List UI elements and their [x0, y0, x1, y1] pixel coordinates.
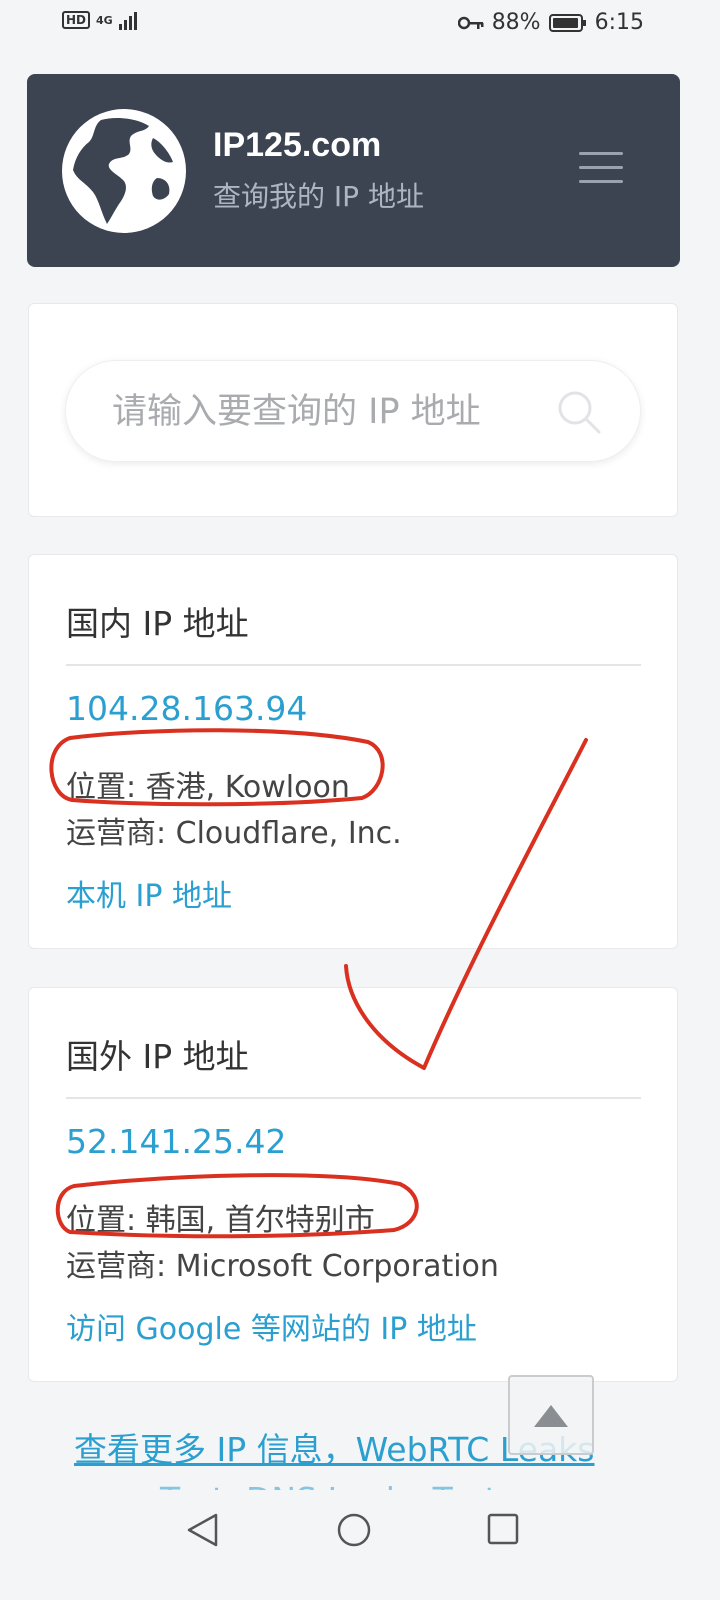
search-card [28, 303, 678, 517]
foreign-ip-isp: 运营商: Microsoft Corporation [66, 1249, 499, 1284]
search-icon[interactable] [556, 389, 602, 435]
site-header: IP125.com 查询我的 IP 地址 [27, 74, 680, 267]
local-ip-link[interactable]: 本机 IP 地址 [66, 871, 232, 915]
domestic-ip-location: 位置: 香港, Kowloon [66, 770, 350, 805]
google-ip-link[interactable]: 访问 Google 等网站的 IP 地址 [66, 1304, 477, 1348]
foreign-ip-card: 国外 IP 地址 52.141.25.42 位置: 韩国, 首尔特别市 运营商:… [28, 987, 678, 1382]
search-input[interactable] [110, 385, 554, 439]
status-bar: HD 4G 88% 6:15 [0, 0, 720, 50]
home-icon[interactable] [336, 1512, 372, 1548]
domestic-ip-isp: 运营商: Cloudflare, Inc. [66, 816, 402, 851]
hd-badge: HD [62, 11, 91, 29]
battery-icon [548, 13, 586, 32]
hamburger-line [579, 166, 623, 169]
domestic-ip-title: 国内 IP 地址 [66, 604, 249, 643]
search-box [65, 360, 641, 462]
back-icon[interactable] [186, 1512, 220, 1548]
hamburger-line [579, 152, 623, 155]
domestic-ip-card: 国内 IP 地址 104.28.163.94 位置: 香港, Kowloon 运… [28, 554, 678, 949]
foreign-ip-title: 国外 IP 地址 [66, 1037, 249, 1076]
battery-percent: 88% [491, 10, 541, 35]
arrow-up-icon [534, 1405, 568, 1427]
domestic-ip-value[interactable]: 104.28.163.94 [66, 689, 307, 728]
divider [66, 664, 641, 666]
network-type: 4G [96, 13, 113, 27]
key-icon [457, 16, 484, 29]
back-to-top-button[interactable] [508, 1375, 594, 1455]
site-title[interactable]: IP125.com [213, 126, 381, 165]
system-nav-bar [0, 1490, 720, 1600]
site-subtitle: 查询我的 IP 地址 [213, 180, 424, 213]
divider [66, 1097, 641, 1099]
hamburger-line [579, 180, 623, 183]
signal-icon [118, 12, 137, 30]
clock-time: 6:15 [594, 10, 644, 35]
foreign-ip-value[interactable]: 52.141.25.42 [66, 1122, 286, 1161]
globe-icon[interactable] [61, 108, 187, 234]
foreign-ip-location: 位置: 韩国, 首尔特别市 [66, 1203, 375, 1238]
recents-icon[interactable] [486, 1512, 520, 1546]
menu-button[interactable] [579, 152, 623, 188]
